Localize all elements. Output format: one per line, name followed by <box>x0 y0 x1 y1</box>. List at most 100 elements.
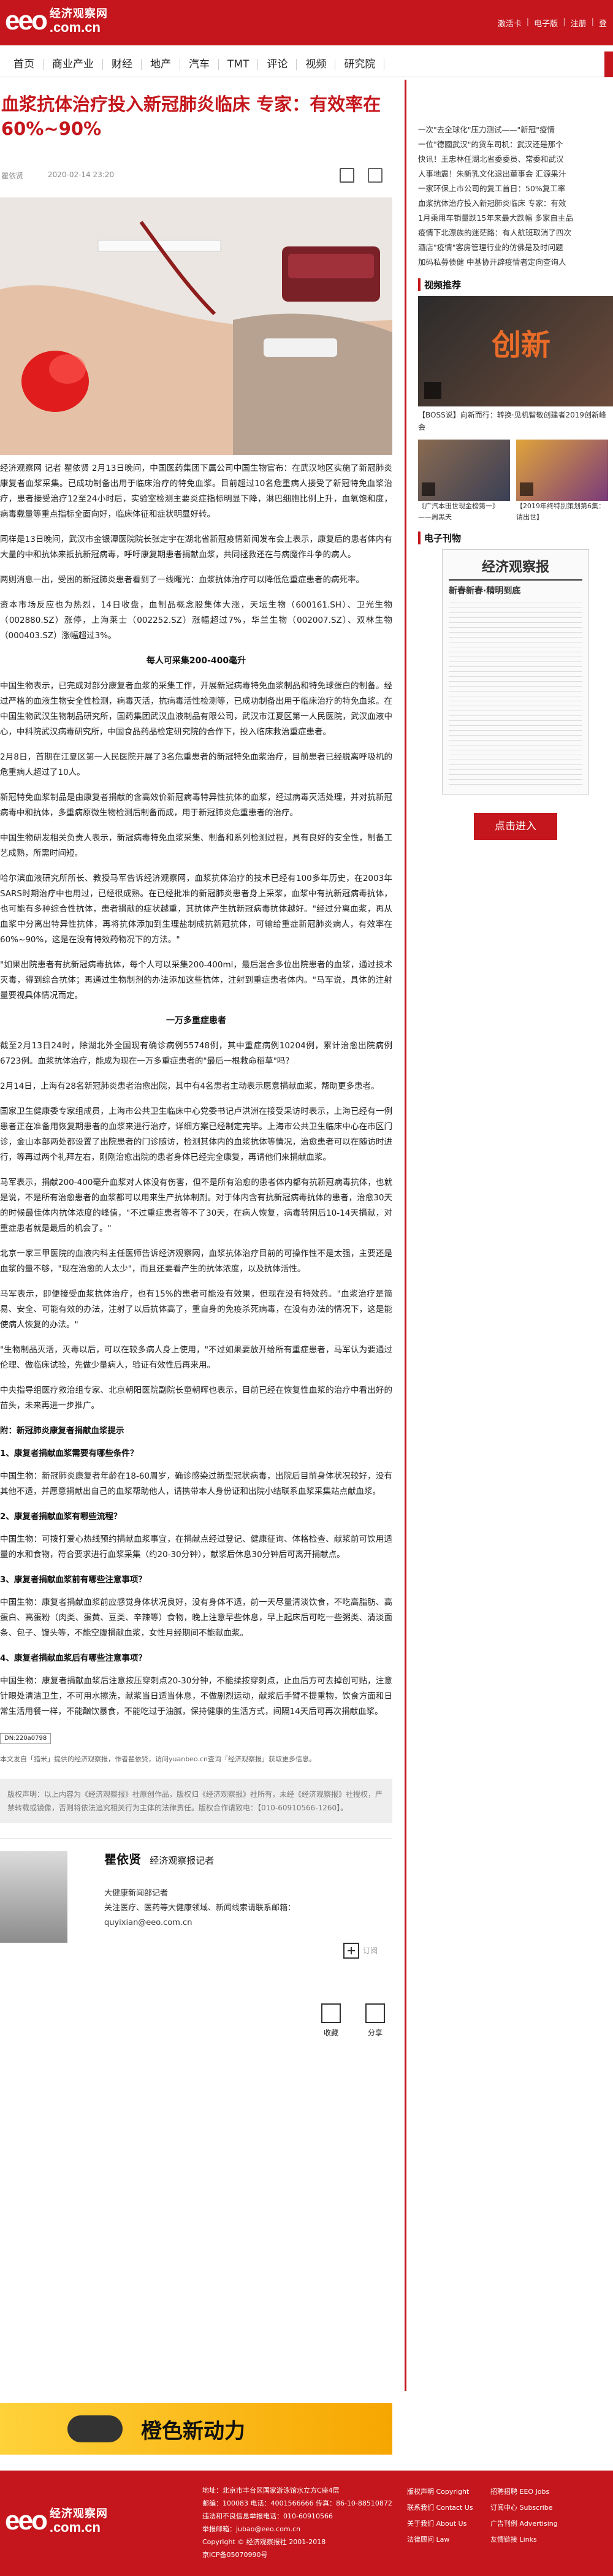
nav-realestate[interactable]: 地产 <box>142 58 180 70</box>
nav-finance[interactable]: 财经 <box>103 58 142 70</box>
footer-link[interactable]: 招聘招聘 EEO Jobs <box>490 2484 558 2500</box>
top-links: 激活卡 | 电子版 | 注册 | 登 <box>497 17 607 29</box>
sidebar-news-item[interactable]: 一位"德國武汉"的货车司机：武汉还是那个 <box>418 137 613 152</box>
nav-home[interactable]: 首页 <box>5 58 44 70</box>
play-icon[interactable] <box>520 482 533 496</box>
footer-links-1: 版权声明 Copyright 联系我们 Contact Us 关于我们 Abou… <box>407 2484 473 2548</box>
video-main-caption[interactable]: 【BOSS说】向新而行：转换·见机智敬创建者2019创新峰会 <box>418 409 613 433</box>
epaper-section-title: 电子刊物 <box>418 532 613 544</box>
qa-question: 3、康复者捐献血浆前有哪些注意事项？ <box>0 1575 147 1585</box>
footer-copyright: Copyright © 经济观察报社 2001-2018 <box>202 2538 326 2546</box>
footer-link[interactable]: 广告刊例 Advertising <box>490 2516 558 2532</box>
login-link[interactable]: 登 <box>599 17 607 29</box>
nav-research[interactable]: 研究院 <box>335 58 385 70</box>
footer-link[interactable]: 友情链接 Links <box>490 2532 558 2548</box>
nav-accent <box>604 51 613 77</box>
video-section-title: 视频推荐 <box>418 278 613 291</box>
video-caption[interactable]: 【2019年终特别策划第6集：请出世】 <box>516 501 608 523</box>
enter-button[interactable]: 点击进入 <box>474 813 557 840</box>
play-icon[interactable] <box>424 382 441 399</box>
share-icon[interactable] <box>368 168 383 183</box>
video-thumb[interactable] <box>418 440 510 501</box>
copyright-text: 版权声明：以上内容为《经济观察报》社原创作品，版权归《经济观察报》社所有，未经《… <box>7 1790 383 1812</box>
video-thumb[interactable] <box>516 440 608 501</box>
sidebar-news-item[interactable]: 快讯！王忠林任湖北省委委员、常委和武汉 <box>418 152 613 167</box>
nav-video[interactable]: 视频 <box>297 58 336 70</box>
footer-link[interactable]: 版权声明 Copyright <box>407 2484 473 2500</box>
author-desc: 大健康新闻部记者 <box>104 1889 169 1898</box>
epaper-cover[interactable]: 经济观察报 新春新春·精明到底 <box>442 549 589 795</box>
article-time: 2020-02-14 23:20 <box>48 170 115 179</box>
author-name[interactable]: 瞿依贤 <box>104 1852 141 1867</box>
article: 血浆抗体治疗投入新冠肺炎临床 专家：有效率在60%~90% 瞿依贤 2020-0… <box>0 92 392 2037</box>
activate-card-link[interactable]: 激活卡 <box>498 17 522 29</box>
banner-text: 橙色新动力 <box>141 2419 245 2444</box>
footer-info: 地址：北京市丰台区国家游泳馆水立方C座4层 邮编：100083 电话：40015… <box>202 2484 392 2561</box>
author-avatar[interactable] <box>0 1851 67 1943</box>
qa-question: 1、康复者捐献血浆需要有哪些条件？ <box>0 1449 139 1458</box>
nav-auto[interactable]: 汽车 <box>180 58 219 70</box>
footer-links-2: 招聘招聘 EEO Jobs 订阅中心 Subscribe 广告刊例 Advert… <box>490 2484 558 2548</box>
article-paragraph: 国家卫生健康委专家组成员，上海市公共卫生临床中心党委书记卢洪洲在接受采访时表示，… <box>0 1107 392 1162</box>
sidebar-news-item[interactable]: 人事地震！朱新乳文化退出董事会 汇源果汁 <box>418 167 613 181</box>
register-link[interactable]: 注册 <box>571 17 587 29</box>
follow-icon <box>343 1943 359 1959</box>
footer-phone: 邮编：100083 电话：4001566666 传真：86-10-8851087… <box>202 2499 392 2507</box>
article-paragraph: 哈尔滨血液研究所所长、教授马军告诉经济观察网，血浆抗体治疗的技术已经有100多年… <box>0 874 392 945</box>
sidebar-news-item[interactable]: 一次"去全球化"压力测试——"新冠"疫情 <box>418 123 613 137</box>
favorite-label: 收藏 <box>323 2029 338 2037</box>
nav-tmt[interactable]: TMT <box>219 58 259 70</box>
article-paragraph: 截至2月13日24时，除湖北外全国现有确诊病例55748例，其中重症病例1020… <box>0 1041 392 1066</box>
site-logo[interactable]: eeo 经济观察网 .com.cn <box>5 7 108 34</box>
footer-logo-cn: 经济观察网 <box>49 2507 108 2520</box>
share-button[interactable]: 分享 <box>365 2003 385 2041</box>
author-email[interactable]: quyixian@eeo.com.cn <box>104 1916 295 1930</box>
share-label: 分享 <box>367 2029 383 2037</box>
article-paragraph: 资本市场反应也为热烈，14日收盘，血制品概念股集体大涨，天坛生物（600161.… <box>0 600 392 641</box>
footer-logo-mark: eeo <box>5 2506 48 2536</box>
nav-business[interactable]: 商业产业 <box>44 58 103 70</box>
footer-link[interactable]: 关于我们 About Us <box>407 2516 473 2532</box>
sidebar-news-item[interactable]: 酒店"疫情"客房管理行业的仿佛是及时问题 <box>418 240 613 255</box>
footer-link[interactable]: 订阅中心 Subscribe <box>490 2500 558 2516</box>
footer-icp[interactable]: 京ICP备05070990号 <box>202 2548 392 2561</box>
sidebar-news-item[interactable]: 1月乘用车销量跌15年来最大跌幅 多家自主品 <box>418 211 613 226</box>
nav-opinion[interactable]: 评论 <box>258 58 297 70</box>
article-paragraph: 马军表示，即便接受血浆抗体治疗，也有15%的患者可能没有效果，但现在没有特效药。… <box>0 1289 392 1330</box>
ad-banner[interactable]: 橙色新动力 <box>0 2403 392 2455</box>
footer-link[interactable]: 联系我们 Contact Us <box>407 2500 473 2516</box>
logo-mark: eeo <box>5 6 48 36</box>
source-note: 本文发自「猎米」提供的经济观察报，作者瞿依贤，访问yuanbeo.cn查询「经济… <box>0 1755 316 1763</box>
article-paragraph: 中央指导组医疗救治组专家、北京朝阳医院副院长童朝晖也表示，目前已经在恢复性血浆的… <box>0 1385 392 1411</box>
print-icon[interactable] <box>340 168 354 183</box>
video-main-overlay: 创新 <box>492 328 551 362</box>
epaper-link[interactable]: 电子版 <box>534 17 558 29</box>
sidebar-news-list: 一次"去全球化"压力测试——"新冠"疫情 一位"德國武汉"的货车司机：武汉还是那… <box>418 123 613 270</box>
favorite-button[interactable]: 收藏 <box>321 2003 341 2041</box>
appendix-heading: 附：新冠肺炎康复者捐献血浆提示 <box>0 1426 124 1436</box>
article-author[interactable]: 瞿依贤 <box>1 170 23 181</box>
video-caption[interactable]: 《广汽本田世现金榜第一》——周黑天 <box>418 501 510 523</box>
footer-email: 举报邮箱：jubao@eeo.com.cn <box>202 2525 301 2533</box>
article-paragraph: 经济观察网 记者 瞿依贤 2月13日晚间，中国医药集团下属公司中国生物官布：在武… <box>0 463 392 519</box>
footer-link[interactable]: 法律顾问 Law <box>407 2532 473 2548</box>
video-main[interactable]: 创新 <box>418 296 613 406</box>
follow-button[interactable]: 订阅 <box>343 1943 378 1959</box>
play-icon[interactable] <box>422 482 435 496</box>
article-paragraph: "如果出院患者有抗新冠病毒抗体，每个人可以采集200-400ml，最后混合多位出… <box>0 960 392 1000</box>
logo-domain: .com.cn <box>49 20 101 35</box>
sidebar-news-item[interactable]: 一家环保上市公司的复工首日：50%复工率 <box>418 181 613 196</box>
qa-question: 2、康复者捐献血浆有哪些流程？ <box>0 1512 122 1522</box>
article-paragraph: 两则消息一出，受困的新冠肺炎患者看到了一线曙光：血浆抗体治疗可以降低危重症患者的… <box>0 575 364 585</box>
sidebar-news-item[interactable]: 加码私募债健 中基协开辟疫情者定向查询人 <box>418 255 613 270</box>
epaper-title: 经济观察报 <box>481 559 549 575</box>
epaper-headline: 新春新春·精明到底 <box>449 586 521 596</box>
banner-logo-icon <box>67 2415 123 2442</box>
footer-logo[interactable]: eeo 经济观察网 .com.cn <box>5 2507 108 2534</box>
sidebar-news-item[interactable]: 疫情下北漂族的迷茫路：有人航班取消了四次 <box>418 226 613 240</box>
qa-question: 4、康复者捐献血浆后有哪些注意事项？ <box>0 1653 147 1663</box>
article-paragraph: 中国生物表示，已完成对部分康复者血浆的采集工作，开展新冠病毒特免血浆制品和特免球… <box>0 681 392 737</box>
footer-license: 违法和不良信息举报电话：010-60910566 <box>202 2512 333 2520</box>
article-paragraph: 中国生物研发相关负责人表示，新冠病毒特免血浆采集、制备和系列检测过程，具有良好的… <box>0 833 392 858</box>
sidebar-news-item[interactable]: 血浆抗体治疗投入新冠肺炎临床 专家：有效 <box>418 196 613 211</box>
